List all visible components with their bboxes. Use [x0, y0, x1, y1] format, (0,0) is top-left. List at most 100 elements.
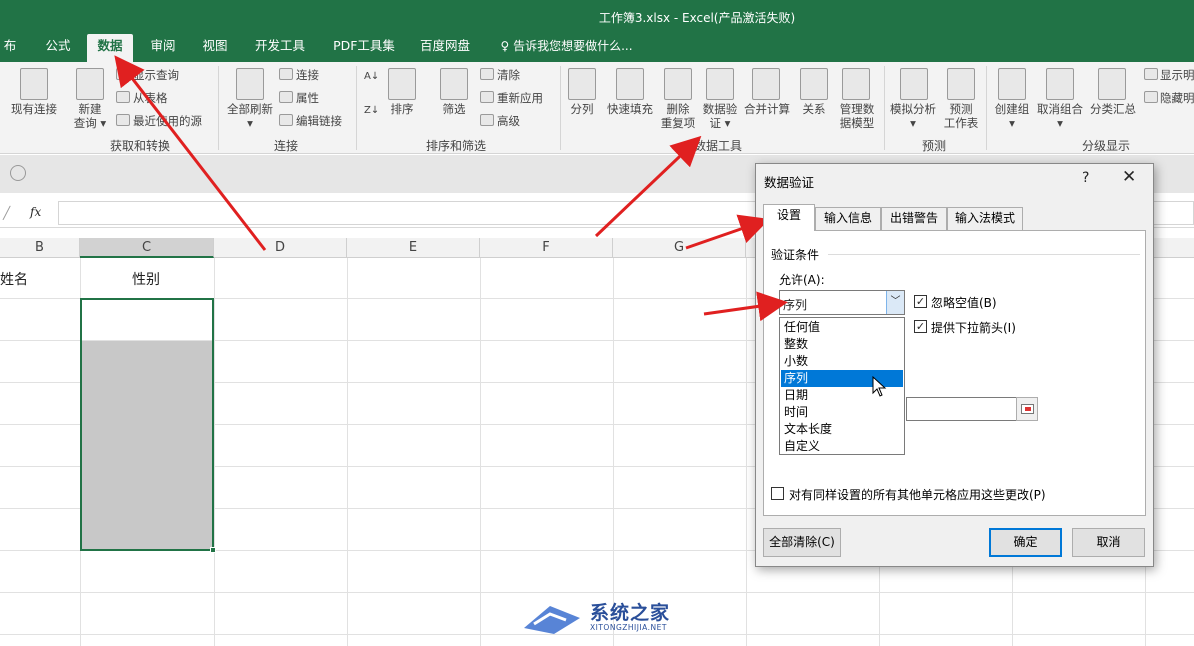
column-header-g[interactable]: G: [613, 238, 746, 258]
flash-fill-button[interactable]: 快速填充: [603, 102, 657, 116]
range-select-button[interactable]: [1016, 397, 1038, 421]
remove-duplicates-button[interactable]: 删除 重复项: [656, 102, 700, 130]
sort-za-icon[interactable]: Z↓: [364, 104, 379, 118]
tab-formulas[interactable]: 公式: [38, 34, 78, 62]
selected-range-c2-c7[interactable]: [80, 298, 214, 551]
apply-all-checkbox[interactable]: [771, 487, 784, 500]
option-text-length[interactable]: 文本长度: [781, 421, 903, 438]
group-label-outline: 分级显示: [1082, 139, 1131, 153]
cancel-button[interactable]: 取消: [1072, 528, 1145, 557]
tab-review[interactable]: 审阅: [143, 34, 183, 62]
option-time[interactable]: 时间: [781, 404, 903, 421]
ok-button[interactable]: 确定: [989, 528, 1062, 557]
filter-button[interactable]: 筛选: [434, 102, 474, 116]
cancel-entry-icon[interactable]: ╱: [3, 206, 10, 220]
relationships-button[interactable]: 关系: [796, 102, 832, 116]
watermark-url: XITONGZHIJIA.NET: [590, 623, 667, 632]
function-icon[interactable]: fx: [30, 205, 41, 219]
whatif-icon: [900, 68, 928, 100]
tab-input-message[interactable]: 输入信息: [815, 207, 881, 230]
option-any-value[interactable]: 任何值: [781, 319, 903, 336]
consolidate-icon: [752, 68, 780, 100]
tab-baidu-netdisk[interactable]: 百度网盘: [414, 34, 476, 62]
chevron-down-icon[interactable]: ﹀: [886, 291, 904, 314]
group-icon: [998, 68, 1026, 100]
tab-view[interactable]: 视图: [195, 34, 235, 62]
tab-pdf-tools[interactable]: PDF工具集: [327, 34, 401, 62]
col-line: [746, 258, 747, 646]
tab-developer[interactable]: 开发工具: [250, 34, 310, 62]
option-custom[interactable]: 自定义: [781, 438, 903, 455]
new-query-button[interactable]: 新建 查询 ▾: [68, 102, 112, 130]
forecast-sheet-button[interactable]: 预测 工作表: [940, 102, 982, 130]
preview-icon[interactable]: [10, 165, 26, 181]
ungroup-icon: [1046, 68, 1074, 100]
edit-links-button[interactable]: 编辑链接: [296, 114, 342, 128]
cell-b1-name-header[interactable]: 姓名: [0, 269, 28, 289]
watermark-logo-icon: [524, 606, 580, 634]
recent-sources-icon: [116, 114, 130, 126]
data-model-icon: [842, 68, 870, 100]
recent-sources-button[interactable]: 最近使用的源: [133, 114, 202, 128]
column-header-c[interactable]: C: [80, 238, 214, 258]
group-label-data-tools: 数据工具: [694, 139, 743, 153]
source-input[interactable]: [906, 397, 1017, 421]
existing-connections-button[interactable]: 现有连接: [4, 102, 64, 116]
column-header-e[interactable]: E: [347, 238, 480, 258]
reapply-button[interactable]: 重新应用: [497, 91, 543, 105]
clear-button[interactable]: 清除: [497, 68, 520, 82]
ungroup-button[interactable]: 取消组合 ▾: [1032, 102, 1088, 130]
option-decimal[interactable]: 小数: [781, 353, 903, 370]
ribbon-tabs: 布局 公式 数据 审阅 视图 开发工具 PDF工具集 百度网盘 ♀ 告诉我您想要…: [0, 34, 1194, 77]
option-whole-number[interactable]: 整数: [781, 336, 903, 353]
reapply-icon: [480, 91, 494, 103]
forecast-sheet-icon: [947, 68, 975, 100]
fill-handle[interactable]: [210, 547, 216, 553]
show-queries-button[interactable]: 显示查询: [133, 68, 179, 82]
tab-layout[interactable]: 布局: [0, 34, 20, 77]
sort-button[interactable]: 排序: [382, 102, 422, 116]
sort-az-icon[interactable]: A↓: [364, 70, 379, 84]
show-detail-button[interactable]: 显示明: [1160, 68, 1194, 82]
advanced-button[interactable]: 高级: [497, 114, 520, 128]
consolidate-button[interactable]: 合并计算: [740, 102, 794, 116]
show-queries-icon: [116, 68, 130, 80]
dropdown-arrow-label: 提供下拉箭头(I): [931, 321, 1016, 335]
col-line: [480, 258, 481, 646]
title-bar: 工作簿3.xlsx - Excel(产品激活失败): [0, 0, 1194, 34]
tell-me-box[interactable]: ♀ 告诉我您想要做什么...: [494, 34, 639, 62]
allow-select[interactable]: 序列 ﹀: [779, 290, 905, 315]
tab-settings[interactable]: 设置: [763, 204, 815, 231]
group-button[interactable]: 创建组 ▾: [990, 102, 1034, 130]
group-separator: [884, 66, 885, 150]
text-to-columns-button[interactable]: 分列: [564, 102, 600, 116]
subtotal-button[interactable]: 分类汇总: [1086, 102, 1140, 116]
tab-ime-mode[interactable]: 输入法模式: [947, 207, 1023, 230]
column-header-f[interactable]: F: [480, 238, 613, 258]
connections-button[interactable]: 连接: [296, 68, 319, 82]
data-validation-icon: [706, 68, 734, 100]
data-validation-button[interactable]: 数据验证 ▾: [698, 102, 742, 130]
hide-detail-button[interactable]: 隐藏明: [1160, 91, 1194, 105]
row-line: [0, 634, 1194, 635]
group-separator: [986, 66, 987, 150]
help-button[interactable]: ?: [1082, 170, 1089, 186]
from-table-button[interactable]: 从表格: [133, 91, 168, 105]
group-separator: [356, 66, 357, 150]
close-button[interactable]: ✕: [1122, 167, 1136, 187]
properties-button[interactable]: 属性: [296, 91, 319, 105]
column-header-d[interactable]: D: [214, 238, 347, 258]
group-separator: [560, 66, 561, 150]
ignore-blank-checkbox[interactable]: ✓: [914, 295, 927, 308]
tab-error-alert[interactable]: 出错警告: [881, 207, 947, 230]
manage-data-model-button[interactable]: 管理数 据模型: [834, 102, 880, 130]
clear-all-button[interactable]: 全部清除(C): [763, 528, 841, 557]
dropdown-arrow-checkbox[interactable]: ✓: [914, 320, 927, 333]
refresh-all-button[interactable]: 全部刷新 ▾: [222, 102, 278, 130]
cell-c1-gender-header[interactable]: 性别: [132, 269, 160, 289]
whatif-analysis-button[interactable]: 模拟分析 ▾: [886, 102, 940, 130]
tab-data[interactable]: 数据: [87, 34, 133, 62]
properties-icon: [279, 91, 293, 103]
text-to-columns-icon: [568, 68, 596, 100]
column-header-b[interactable]: B: [0, 238, 80, 258]
